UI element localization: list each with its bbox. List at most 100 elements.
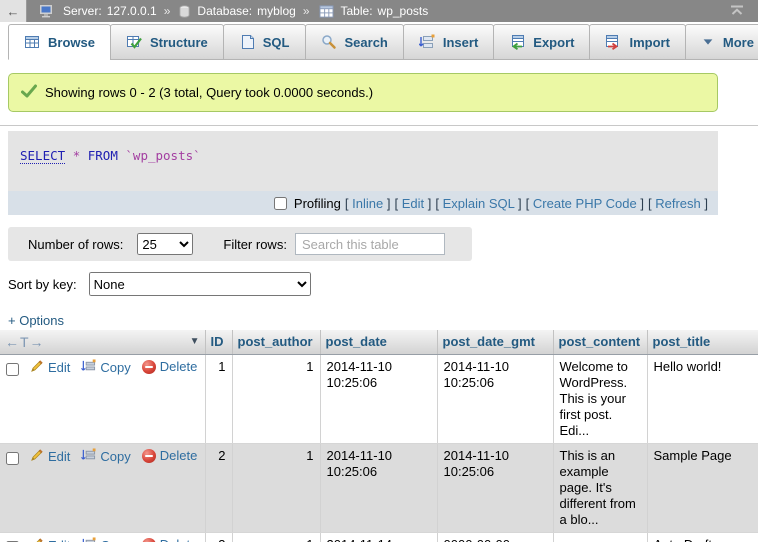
tab-label: Insert: [443, 35, 478, 50]
edit-row-button[interactable]: Edit: [29, 537, 70, 542]
copy-row-button[interactable]: Copy: [81, 448, 130, 467]
cell-post-content: This is an example page. It's different …: [553, 443, 647, 532]
tab-structure[interactable]: Structure: [110, 24, 224, 60]
phpmyadmin-window: ← Server: 127.0.0.1 » Database: myblog »…: [0, 0, 758, 542]
edit-row-button[interactable]: Edit: [29, 359, 70, 378]
delete-icon: [142, 360, 156, 374]
tab-more[interactable]: More: [685, 24, 758, 60]
column-header-post-date[interactable]: post_date: [326, 334, 387, 349]
table-link[interactable]: wp_posts: [378, 4, 429, 18]
sql-query-box: SELECT * FROM `wp_posts` Profiling [ Inl…: [8, 131, 718, 215]
num-rows-select[interactable]: 25: [137, 233, 193, 255]
sql-icon: [239, 34, 255, 50]
rows-control-bar: Number of rows: 25 Filter rows:: [8, 227, 472, 261]
create-php-code-link[interactable]: Create PHP Code: [533, 196, 637, 211]
row-select-checkbox[interactable]: [6, 452, 19, 465]
cell-post-title: Hello world!: [647, 354, 758, 443]
column-header-post-date-gmt[interactable]: post_date_gmt: [443, 334, 535, 349]
server-label: Server:: [63, 4, 102, 18]
tab-label: SQL: [263, 35, 290, 50]
cell-post-title: Sample Page: [647, 443, 758, 532]
search-icon: [321, 34, 337, 50]
browse-icon: [24, 34, 40, 50]
copy-row-button[interactable]: Copy: [81, 537, 130, 542]
cell-id: 3: [205, 532, 232, 542]
row-direction-toggle[interactable]: ←T→: [5, 334, 45, 350]
tab-browse[interactable]: Browse: [8, 24, 111, 60]
sql-table-ref: `wp_posts`: [125, 148, 200, 163]
breadcrumb-separator: »: [303, 4, 310, 18]
tab-sql[interactable]: SQL: [223, 24, 306, 60]
refresh-link[interactable]: Refresh: [655, 196, 701, 211]
tab-insert[interactable]: Insert: [403, 24, 494, 60]
options-toggle-link[interactable]: + Options: [8, 313, 64, 328]
explain-sql-link[interactable]: Explain SQL: [443, 196, 515, 211]
column-header-post-title[interactable]: post_title: [653, 334, 711, 349]
tab-label: Structure: [150, 35, 208, 50]
cell-post-date-gmt: 0000-00-00 00:00:00: [437, 532, 553, 542]
row-select-checkbox[interactable]: [6, 363, 19, 376]
delete-icon: [142, 449, 156, 463]
tab-label: Search: [345, 35, 388, 50]
tab-import[interactable]: Import: [589, 24, 685, 60]
cell-post-author: 1: [232, 354, 320, 443]
database-icon: [179, 5, 190, 18]
delete-row-button[interactable]: Delete: [142, 448, 198, 464]
table-row: EditCopyDelete 2 1 2014-11-10 10:25:06 2…: [0, 443, 758, 532]
copy-icon: [81, 359, 96, 378]
server-link[interactable]: 127.0.0.1: [107, 4, 157, 18]
cell-post-author: 1: [232, 532, 320, 542]
delete-row-button[interactable]: Delete: [142, 359, 198, 375]
tab-export[interactable]: Export: [493, 24, 590, 60]
bracket: [: [435, 196, 439, 211]
cell-post-author: 1: [232, 443, 320, 532]
cell-id: 1: [205, 354, 232, 443]
edit-query-link[interactable]: Edit: [402, 196, 424, 211]
table-label: Table:: [341, 4, 373, 18]
export-icon: [509, 34, 525, 50]
cell-post-date: 2014-11-10 10:25:06: [320, 443, 437, 532]
breadcrumb-bar: ← Server: 127.0.0.1 » Database: myblog »…: [0, 0, 758, 22]
bracket: [: [526, 196, 530, 211]
insert-icon: [419, 34, 435, 50]
filter-rows-input[interactable]: [295, 233, 445, 255]
delete-row-button[interactable]: Delete: [142, 537, 198, 542]
breadcrumb: Server: 127.0.0.1 » Database: myblog » T…: [27, 4, 428, 18]
cell-post-content: [553, 532, 647, 542]
tab-label: Export: [533, 35, 574, 50]
bracket: ]: [387, 196, 391, 211]
sort-by-key-select[interactable]: None: [89, 272, 311, 296]
collapse-top-icon[interactable]: [730, 5, 744, 19]
cell-post-date-gmt: 2014-11-10 10:25:06: [437, 443, 553, 532]
profiling-label: Profiling: [294, 196, 341, 211]
inline-link[interactable]: Inline: [352, 196, 383, 211]
back-arrow-button[interactable]: ←: [0, 0, 27, 22]
tab-bar: Browse Structure SQL Search Insert Expor…: [0, 22, 758, 60]
copy-icon: [81, 537, 96, 542]
cell-post-date: 2014-11-14 06:33:38: [320, 532, 437, 542]
section-divider: [0, 125, 758, 126]
tab-label: Import: [629, 35, 669, 50]
profiling-checkbox[interactable]: [274, 197, 287, 210]
delete-icon: [142, 538, 156, 542]
bracket: ]: [640, 196, 644, 211]
pencil-icon: [29, 448, 44, 467]
column-header-id[interactable]: ID: [211, 334, 224, 349]
bracket: ]: [518, 196, 522, 211]
server-icon: [39, 4, 56, 18]
breadcrumb-separator: »: [164, 4, 171, 18]
import-icon: [605, 34, 621, 50]
bracket: [: [648, 196, 652, 211]
tab-search[interactable]: Search: [305, 24, 404, 60]
header-dropdown-icon[interactable]: ▼: [190, 336, 200, 347]
table-row: EditCopyDelete 1 1 2014-11-10 10:25:06 2…: [0, 354, 758, 443]
database-link[interactable]: myblog: [257, 4, 296, 18]
copy-row-button[interactable]: Copy: [81, 359, 130, 378]
column-header-post-author[interactable]: post_author: [238, 334, 313, 349]
copy-icon: [81, 448, 96, 467]
column-header-post-content[interactable]: post_content: [559, 334, 641, 349]
sort-row: Sort by key: None: [8, 271, 758, 297]
table-header-row: ←T→ ▼ ID post_author post_date post_date…: [0, 330, 758, 354]
table-icon: [319, 5, 334, 18]
edit-row-button[interactable]: Edit: [29, 448, 70, 467]
